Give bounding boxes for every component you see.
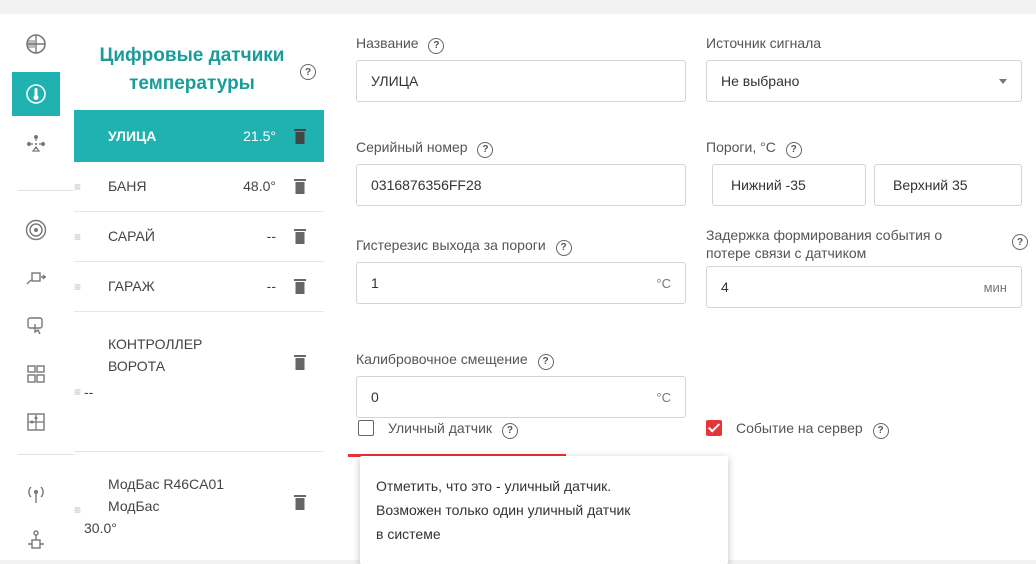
name-input[interactable]: УЛИЦА: [356, 60, 686, 102]
list-item[interactable]: ≡ КОНТРОЛЛЕР ВОРОТА --: [74, 312, 324, 452]
upper-threshold-input[interactable]: Верхний 35: [874, 164, 1022, 206]
list-item-value: 48.0°: [243, 178, 276, 194]
help-icon[interactable]: ?: [785, 142, 802, 158]
calib-value: 0: [371, 389, 379, 405]
list-item-name: КОНТРОЛЛЕР: [108, 336, 203, 352]
drag-handle-icon[interactable]: ≡: [74, 180, 81, 194]
trash-icon[interactable]: [294, 278, 306, 294]
help-icon[interactable]: ?: [477, 142, 494, 158]
icon-rail: [12, 14, 80, 562]
delay-value: 4: [721, 279, 729, 295]
list-item-value: --: [266, 278, 276, 294]
lower-threshold-input[interactable]: Нижний -35: [712, 164, 866, 206]
dashboard-icon[interactable]: [12, 352, 60, 396]
list-item[interactable]: УЛИЦА 21.5°: [74, 110, 324, 162]
drag-handle-icon[interactable]: ≡: [74, 385, 81, 399]
hysteresis-value: 1: [371, 275, 379, 291]
output-icon[interactable]: [12, 256, 60, 300]
list-item[interactable]: ≡ БАНЯ 48.0°: [74, 162, 324, 212]
tooltip-line: Возможен только один уличный датчик: [376, 502, 631, 518]
list-item-name: МодБас R46CA01: [108, 476, 225, 492]
street-sensor-tooltip: Отметить, что это - уличный датчик. Возм…: [360, 456, 728, 564]
calib-unit: °C: [656, 389, 671, 405]
trash-icon[interactable]: [294, 494, 306, 510]
help-icon[interactable]: ?: [537, 354, 554, 370]
sensors-tree-icon[interactable]: [12, 122, 60, 166]
list-title: Цифровые датчики температуры: [99, 45, 285, 94]
list-item[interactable]: ≡ МодБас R46CA01 МодБас 30.0°: [74, 452, 324, 560]
rail-divider: [18, 190, 80, 191]
list-item-value: --: [266, 228, 276, 244]
name-label: Название ?: [356, 34, 445, 54]
list-item[interactable]: ≡ ГАРАЖ --: [74, 262, 324, 312]
help-icon[interactable]: ?: [1012, 234, 1028, 250]
list-item-value: 30.0°: [84, 520, 117, 536]
trash-icon[interactable]: [294, 228, 306, 244]
serial-label: Серийный номер ?: [356, 138, 494, 158]
network-icon[interactable]: [12, 518, 60, 562]
list-item-name: САРАЙ: [108, 228, 155, 244]
app-frame: Цифровые датчики температуры ? УЛИЦА 21.…: [0, 14, 1036, 564]
delay-input[interactable]: 4 мин: [706, 266, 1022, 308]
calib-input[interactable]: 0 °C: [356, 376, 686, 418]
delay-unit: мин: [983, 279, 1007, 295]
source-label: Источник сигнала: [706, 35, 822, 51]
list-header: Цифровые датчики температуры ?: [74, 14, 336, 98]
calib-label: Калибровочное смещение ?: [356, 350, 554, 370]
help-icon[interactable]: ?: [555, 240, 572, 256]
hysteresis-unit: °C: [656, 275, 671, 291]
rail-divider: [18, 454, 80, 455]
trash-icon[interactable]: [294, 354, 306, 370]
list-item-name: МодБас: [108, 498, 160, 514]
hysteresis-label: Гистерезис выхода за пороги ?: [356, 236, 572, 256]
help-icon[interactable]: ?: [428, 38, 445, 54]
tooltip-line: Отметить, что это - уличный датчик.: [376, 478, 612, 494]
globe-icon[interactable]: [12, 22, 60, 66]
trash-icon[interactable]: [294, 178, 306, 194]
chevron-down-icon: [999, 79, 1007, 84]
drag-handle-icon[interactable]: ≡: [74, 230, 81, 244]
server-event-label: Событие на сервер ?: [736, 419, 889, 439]
sensor-list: Цифровые датчики температуры ? УЛИЦА 21.…: [74, 14, 336, 560]
list-item-name: ВОРОТА: [108, 358, 166, 374]
help-icon[interactable]: ?: [872, 423, 889, 439]
source-selected: Не выбрано: [721, 73, 800, 89]
list-item[interactable]: ≡ САРАЙ --: [74, 212, 324, 262]
server-event-checkbox[interactable]: [706, 420, 722, 436]
list-item-name: ГАРАЖ: [108, 278, 155, 294]
thresholds-label: Пороги, °C ?: [706, 138, 802, 158]
list-item-value: 21.5°: [243, 128, 276, 144]
list-item-value: --: [84, 384, 94, 400]
tooltip-line: в системе: [376, 526, 441, 542]
drag-handle-icon[interactable]: ≡: [74, 280, 81, 294]
street-sensor-label: Уличный датчик ?: [388, 419, 518, 439]
list-item-name: БАНЯ: [108, 178, 147, 194]
gesture-icon[interactable]: [12, 304, 60, 348]
puzzle-icon[interactable]: [12, 400, 60, 444]
drag-handle-icon[interactable]: ≡: [74, 503, 81, 517]
source-select[interactable]: Не выбрано: [706, 60, 1022, 102]
help-icon[interactable]: ?: [501, 423, 518, 439]
serial-input[interactable]: 0316876356FF28: [356, 164, 686, 206]
thermometer-icon[interactable]: [12, 72, 60, 116]
antenna-icon[interactable]: [12, 472, 60, 516]
hysteresis-input[interactable]: 1 °C: [356, 262, 686, 304]
street-sensor-checkbox[interactable]: [358, 420, 374, 436]
list-item-name: УЛИЦА: [108, 128, 157, 144]
signal-icon[interactable]: [12, 208, 60, 252]
trash-icon[interactable]: [294, 128, 306, 144]
help-icon[interactable]: ?: [300, 64, 316, 80]
delay-label: Задержка формирования события о потере св…: [706, 227, 943, 261]
